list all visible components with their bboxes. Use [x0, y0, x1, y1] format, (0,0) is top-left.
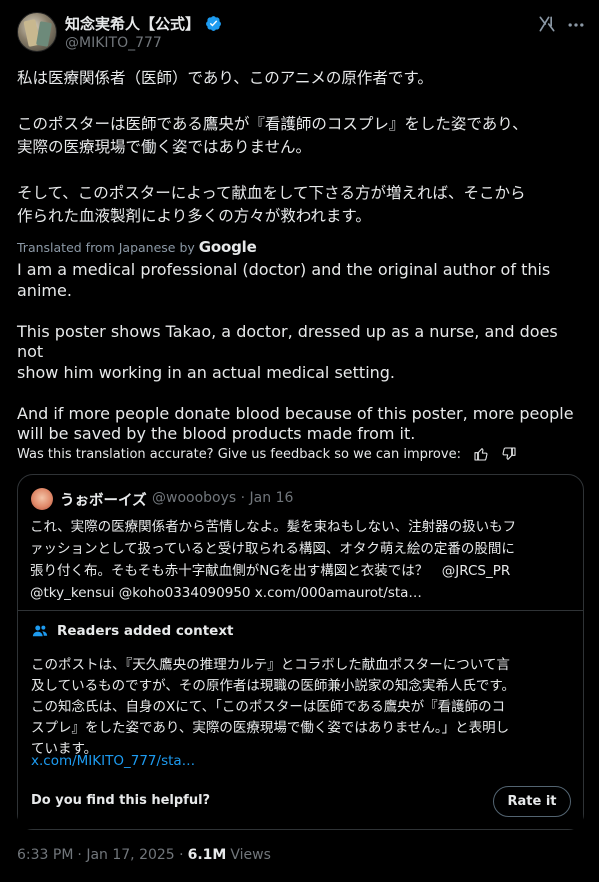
author-name[interactable]: 知念実希人【公式】: [65, 13, 200, 34]
tweet-text-english: I am a medical professional (doctor) and…: [17, 260, 574, 443]
verified-badge-icon: [206, 16, 221, 31]
post-time[interactable]: 6:33 PM: [17, 847, 73, 863]
more-icon[interactable]: [566, 15, 586, 35]
rate-it-button[interactable]: Rate it: [493, 786, 571, 817]
quoted-post-date: · Jan 16: [240, 490, 294, 506]
quoted-author-name[interactable]: うぉボーイズ: [60, 489, 147, 510]
community-note-text: このポストは、『天久鷹央の推理カルテ』とコラボした献血ポスターについて言 及して…: [31, 657, 515, 757]
views-label: Views: [230, 847, 271, 863]
tweet-text-japanese: 私は医療関係者（医師）であり、このアニメの原作者です。 このポスターは医師である…: [17, 69, 528, 225]
thumbs-down-icon[interactable]: [501, 446, 517, 462]
views-count: 6.1M: [187, 847, 227, 863]
post-metadata: 6:33 PM · Jan 17, 2025 · 6.1M Views: [17, 847, 271, 863]
author-name-row[interactable]: 知念実希人【公式】: [65, 13, 222, 34]
helpful-prompt: Do you find this helpful?: [31, 793, 211, 808]
quoted-author-handle: @woooboys: [152, 490, 237, 506]
community-note-link[interactable]: x.com/MIKITO_777/sta…: [31, 753, 195, 769]
post-date[interactable]: · Jan 17, 2025 ·: [77, 847, 183, 863]
feedback-prompt: Was this translation accurate? Give us f…: [17, 446, 461, 462]
google-logo: Google: [198, 238, 257, 256]
community-note-title: Readers added context: [31, 622, 234, 640]
grok-icon[interactable]: [537, 14, 557, 34]
context-title-label: Readers added context: [57, 623, 234, 639]
quoted-author-meta: @woooboys · Jan 16: [152, 490, 293, 506]
author-handle[interactable]: @MIKITO_777: [65, 35, 162, 51]
thumbs-up-icon[interactable]: [473, 446, 489, 462]
quoted-post-text: これ、実際の医療関係者から苦情しなよ。髪を束ねもしない、注射器の扱いもフ ァッシ…: [30, 519, 517, 601]
translation-attribution: Translated from Japanese by Google: [17, 238, 257, 256]
quoted-author-avatar[interactable]: [31, 488, 53, 510]
translated-from-label: Translated from Japanese by: [17, 239, 195, 255]
translation-feedback: Was this translation accurate? Give us f…: [17, 446, 517, 462]
people-icon: [32, 625, 48, 637]
author-avatar[interactable]: [17, 12, 57, 52]
